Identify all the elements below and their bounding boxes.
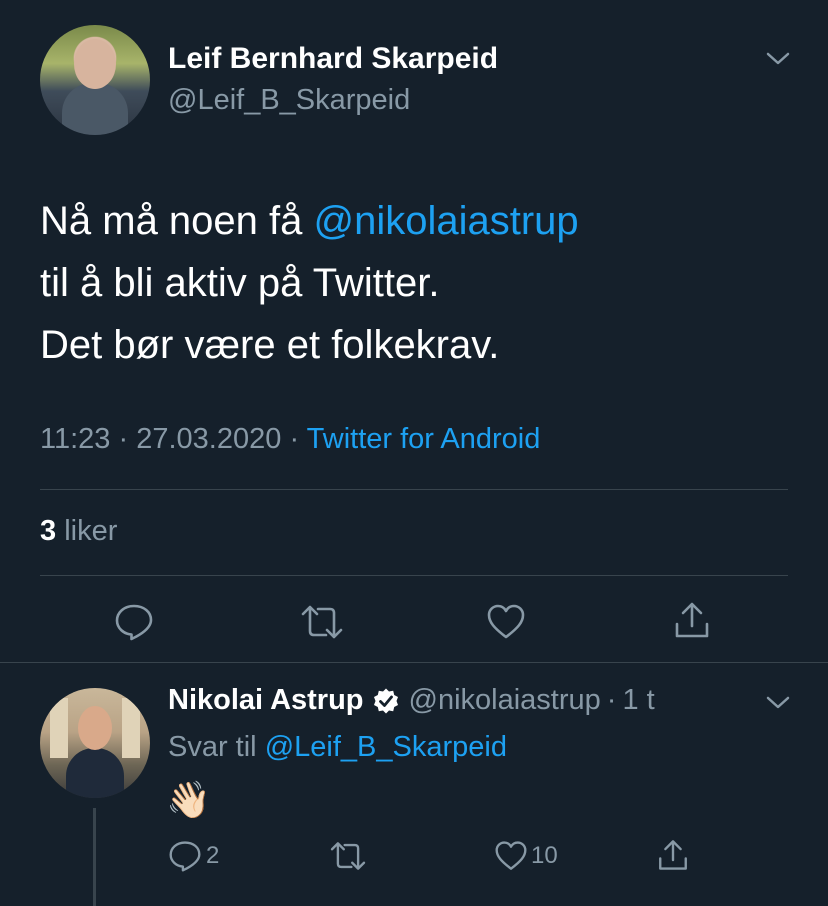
reply-count: 2 bbox=[206, 842, 220, 869]
author-handle[interactable]: @Leif_B_Skarpeid bbox=[168, 84, 410, 117]
mention-link[interactable]: @nikolaiastrup bbox=[314, 199, 579, 243]
chevron-down-icon[interactable] bbox=[764, 692, 792, 714]
share-icon[interactable] bbox=[656, 838, 690, 872]
reply-icon bbox=[168, 840, 202, 872]
tweet-text-line-2: til å bli aktiv på Twitter. bbox=[40, 261, 440, 305]
reply-icon[interactable] bbox=[114, 603, 154, 641]
meta-separator: · bbox=[118, 423, 129, 455]
chevron-down-icon[interactable] bbox=[764, 48, 792, 70]
tweet-source-link[interactable]: Twitter for Android bbox=[307, 423, 541, 455]
retweet-icon[interactable] bbox=[329, 840, 367, 872]
reply-header: Nikolai Astrup @nikolaiastrup · 1 t bbox=[168, 684, 655, 717]
likes-summary[interactable]: 3 liker bbox=[40, 515, 117, 548]
share-icon[interactable] bbox=[672, 600, 712, 640]
reply-author-handle[interactable]: @nikolaiastrup bbox=[409, 684, 601, 717]
replying-to: Svar til @Leif_B_Skarpeid bbox=[168, 731, 507, 764]
divider bbox=[0, 662, 828, 663]
tweet-date[interactable]: 27.03.2020 bbox=[136, 423, 281, 455]
tweet-text: Nå må noen få @nikolaiastrup til å bli a… bbox=[40, 190, 579, 376]
reply-author-name[interactable]: Nikolai Astrup bbox=[168, 684, 364, 717]
replying-to-label: Svar til bbox=[168, 731, 257, 763]
reply-action[interactable]: 2 bbox=[168, 840, 219, 872]
divider bbox=[40, 489, 788, 490]
likes-label: liker bbox=[64, 515, 118, 547]
like-action[interactable]: 10 bbox=[494, 840, 558, 872]
reply-time-ago[interactable]: 1 t bbox=[622, 684, 654, 717]
replying-to-link[interactable]: @Leif_B_Skarpeid bbox=[265, 731, 507, 763]
tweet-meta: 11:23 · 27.03.2020 · Twitter for Android bbox=[40, 423, 540, 456]
meta-separator: · bbox=[606, 684, 617, 716]
heart-icon bbox=[494, 840, 528, 872]
verified-badge-icon bbox=[372, 687, 400, 715]
author-avatar[interactable] bbox=[40, 25, 150, 135]
tweet-text-line-1: Nå må noen få bbox=[40, 199, 314, 243]
likes-count: 3 bbox=[40, 515, 57, 547]
thread-line bbox=[93, 808, 96, 906]
author-name[interactable]: Leif Bernhard Skarpeid bbox=[168, 42, 498, 76]
reply-author-avatar[interactable] bbox=[40, 688, 150, 798]
heart-icon[interactable] bbox=[486, 603, 526, 641]
like-count: 10 bbox=[531, 842, 558, 869]
retweet-icon[interactable] bbox=[300, 603, 344, 641]
reply-text: 👋🏻 bbox=[166, 779, 211, 820]
tweet-text-line-3: Det bør være et folkekrav. bbox=[40, 323, 500, 367]
divider bbox=[40, 575, 788, 576]
meta-separator: · bbox=[289, 423, 300, 455]
tweet-time: 11:23 bbox=[40, 423, 111, 455]
